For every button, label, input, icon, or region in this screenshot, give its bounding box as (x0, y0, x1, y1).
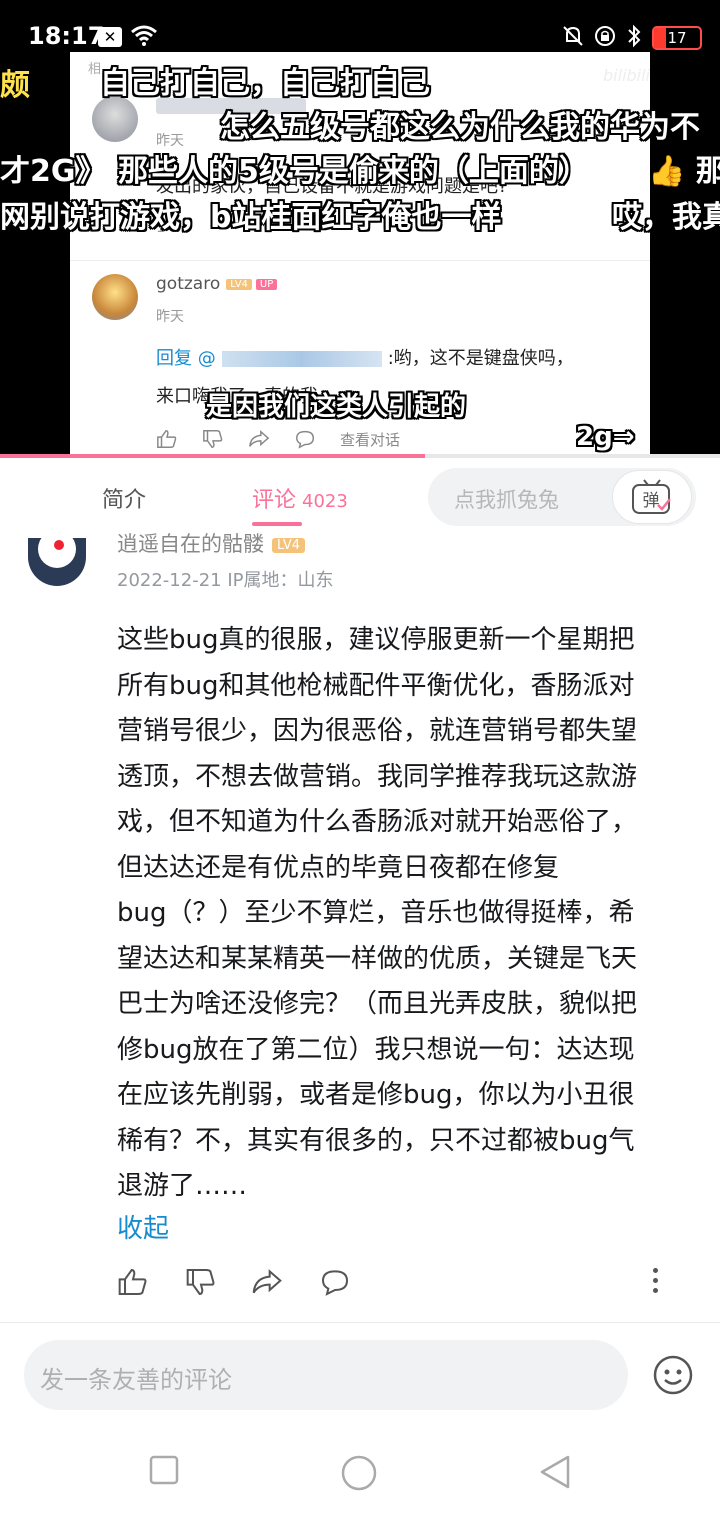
comment-line: 退游了…… (117, 1171, 248, 1201)
frame-divider (70, 260, 650, 261)
more-vertical-icon[interactable] (651, 1268, 659, 1298)
danmu-placeholder: 点我抓兔兔 (454, 488, 559, 512)
comment-line: 巴士为啥还没修完？（而且光弄皮肤，貌似把 (117, 989, 638, 1019)
battery-level: 17 (667, 29, 687, 47)
tab-comments-label: 评论 (252, 488, 297, 513)
comment-level-badge: LV4 (272, 537, 305, 553)
danmaku-2: 怎么五级号都这么为什么我的华为不 (220, 110, 700, 145)
comment-username-text: 逍遥自在的骷髅 (117, 532, 264, 556)
danmaku-9: 是因我们这类人引起的 (206, 392, 467, 422)
svg-text:弹: 弹 (643, 491, 660, 511)
frame-comment-icon (294, 428, 316, 450)
share-icon[interactable] (251, 1266, 283, 1302)
frame-reply-line: 回复 @ :哟，这不是键盘侠吗， (156, 344, 574, 370)
comment-icon[interactable] (319, 1266, 351, 1302)
tab-bar: 简介 评论 4023 点我抓兔兔 弹 (0, 458, 720, 538)
comment-line: 但达达还是有优点的毕竟日夜都在修复 (117, 852, 560, 883)
frame-level-badge: LV4 (226, 278, 252, 290)
lock-rotation-icon (594, 25, 616, 51)
frame-avatar-2 (92, 274, 138, 320)
home-icon[interactable] (340, 1454, 378, 1496)
system-nav-bar (0, 1420, 720, 1520)
comment-line: 修bug放在了第二位）我只想说一句：达达现 (117, 1034, 635, 1065)
comment-line: 望达达和某某精英一样做的优质，关键是飞天 (117, 943, 638, 974)
comment-line: 营销号很少，因为很恶俗，就连营销号都失望 (117, 716, 638, 746)
danmaku-7: 👍 那 (648, 154, 720, 189)
comment-line: 稀有？不，其实有很多的，只不过都被bug气 (117, 1125, 635, 1156)
danmaku-3: 那些人的5级号是偷来的（上面的） (118, 154, 589, 189)
emoji-icon[interactable] (652, 1354, 694, 1396)
danmaku-6: 才2G》 (0, 154, 106, 189)
frame-dislike-icon (202, 428, 224, 450)
bilibili-watermark: bilibili (603, 66, 650, 85)
tab-intro[interactable]: 简介 (102, 482, 146, 514)
status-time: 18:17 (28, 22, 105, 50)
comment-item: 逍遥自在的骷髅 LV4 2022-12-21 IP属地：山东 这些bug真的很服，… (0, 532, 720, 1318)
comment-body: 这些bug真的很服，建议停服更新一个星期把 所有bug和其他枪械配件平衡优化，香… (117, 618, 699, 1210)
reply-placeholder: 发一条友善的评论 (40, 1366, 232, 1394)
reply-input[interactable]: 发一条友善的评论 (24, 1340, 628, 1410)
tab-comments-count: 4023 (302, 491, 348, 512)
thumbs-up-icon[interactable] (117, 1266, 149, 1302)
comment-username[interactable]: 逍遥自在的骷髅 LV4 (117, 528, 305, 558)
comment-line: 所有bug和其他枪械配件平衡优化，香肠派对 (117, 670, 635, 701)
avatar[interactable] (28, 538, 86, 586)
frame-avatar-1 (92, 96, 138, 142)
frame-date-2: 昨天 (156, 309, 184, 325)
danmaku-5: 哎，我真 (612, 200, 720, 235)
back-icon[interactable] (538, 1454, 572, 1494)
video-player[interactable]: 相 bilibili 昨天 发出的家伙，自己设备不就是游戏问题是吧? 1 got… (0, 52, 720, 456)
frame-username-2-text: gotzaro (156, 274, 221, 294)
battery-icon: 17 (652, 26, 702, 50)
frame-blurred-mention (221, 351, 382, 367)
comment-line: 戏，但不知道为什么香肠派对就开始恶俗了， (117, 807, 638, 837)
danmaku-4: 网别说打游戏，b站桂面红字俺也一样 (0, 200, 502, 235)
danmaku-10: 2g⇒ (576, 422, 635, 452)
danmaku-8: 颇 (0, 68, 30, 103)
danmaku-1: 自己打自己，自己打自己 (100, 66, 430, 101)
frame-share-icon (248, 428, 270, 450)
comment-actions (117, 1266, 677, 1302)
frame-view-dialog: 查看对话 (340, 430, 401, 449)
comment-line: 在应该先削弱，或者是修bug，你以为小丑很 (117, 1080, 635, 1110)
mute-bell-icon (562, 25, 584, 51)
thumbs-down-icon[interactable] (185, 1266, 217, 1302)
bluetooth-icon (626, 24, 642, 52)
notification-x-icon: ✕ (98, 27, 122, 47)
danmu-input[interactable]: 点我抓兔兔 弹 (428, 468, 696, 526)
frame-up-badge: UP (255, 278, 278, 290)
frame-username-2: gotzaro LV4 UP (156, 274, 278, 294)
danmu-toggle-button[interactable]: 弹 (612, 470, 692, 524)
frame-reply-text: :哟，这不是键盘侠吗， (387, 348, 574, 369)
comment-line: 透顶，不想去做营销。我同学推荐我玩这款游 (117, 761, 638, 792)
wifi-icon (130, 24, 158, 50)
divider (0, 1322, 720, 1323)
frame-like-icon (156, 428, 178, 450)
comment-meta: 2022-12-21 IP属地：山东 (117, 570, 334, 591)
comment-line: bug（？）至少不算烂，音乐也做得挺棒，希 (117, 898, 635, 928)
danmu-tv-icon: 弹 (632, 479, 671, 514)
comment-line: 这些bug真的很服，建议停服更新一个星期把 (117, 625, 635, 655)
frame-reply-prefix: 回复 @ (156, 348, 216, 369)
tab-comments[interactable]: 评论 4023 (252, 482, 348, 514)
frame-actions: 查看对话 (156, 428, 400, 450)
recent-apps-icon[interactable] (148, 1454, 180, 1490)
tab-active-indicator (252, 522, 302, 526)
collapse-link[interactable]: 收起 (117, 1208, 169, 1245)
